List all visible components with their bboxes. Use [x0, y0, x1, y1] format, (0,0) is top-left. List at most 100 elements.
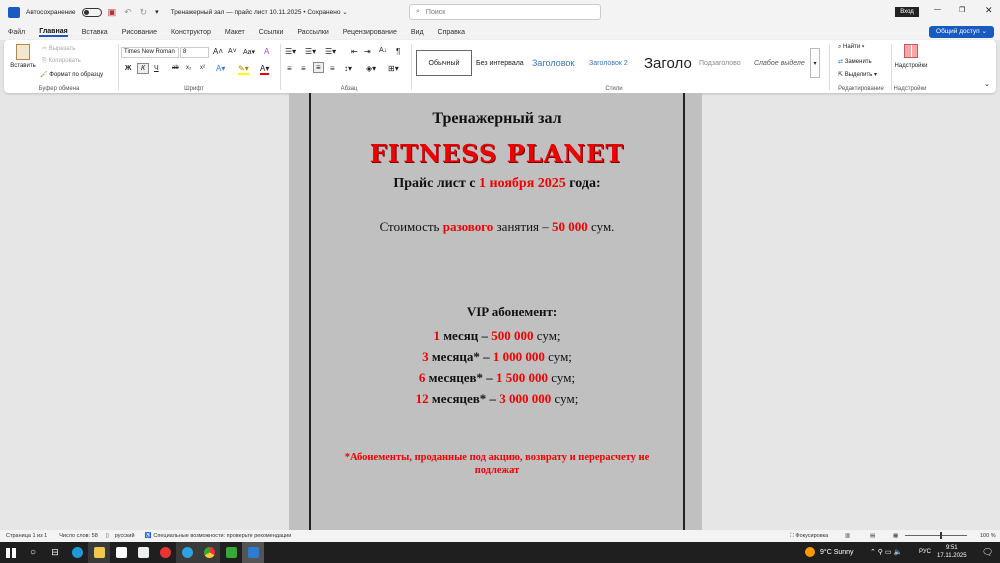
bold-button[interactable]: Ж [125, 65, 131, 72]
addins-button[interactable]: Надстройки [894, 44, 928, 69]
tab-references[interactable]: Ссылки [259, 29, 284, 36]
tab-draw[interactable]: Рисование [122, 29, 157, 36]
share-button[interactable]: Общий доступ ⌄ [929, 26, 994, 38]
multilevel-list-icon[interactable]: ☰▾ [325, 47, 336, 56]
vip-row: 6 месяцев* – 1 500 000 сум; [418, 370, 576, 385]
decrease-indent-icon[interactable]: ⇤ [351, 47, 358, 56]
style-heading-1[interactable]: Заголовок [532, 50, 586, 76]
save-icon[interactable]: ▣ [108, 7, 117, 18]
highlight-icon[interactable]: ✎▾ [238, 64, 249, 75]
style-no-spacing[interactable]: Без интервала [476, 50, 530, 76]
font-size-select[interactable]: 8 [180, 47, 209, 58]
chrome-icon[interactable] [198, 542, 220, 563]
notifications-icon[interactable]: 🗨 [982, 547, 993, 558]
show-marks-icon[interactable]: ¶ [396, 47, 400, 56]
task-view-button[interactable]: ⊟ [44, 542, 66, 563]
language[interactable]: русский [115, 533, 135, 539]
shrink-font-icon[interactable]: A˅ [228, 48, 237, 55]
shading-icon[interactable]: ◈▾ [366, 64, 376, 73]
minimize-icon[interactable]: — [934, 6, 941, 13]
telegram-icon[interactable] [176, 542, 198, 563]
tab-home[interactable]: Главная [39, 28, 68, 37]
tab-file[interactable]: Файл [8, 29, 25, 36]
numbering-icon[interactable]: ☰▾ [305, 47, 316, 56]
align-center-icon[interactable]: ≡ [301, 64, 306, 73]
justify-icon[interactable]: ≡ [330, 64, 335, 73]
font-color-icon[interactable]: A▾ [260, 64, 270, 75]
search-input[interactable]: ⌕ Поиск [409, 4, 601, 20]
style-normal[interactable]: Обычный [416, 50, 472, 76]
text-effects-icon[interactable]: A▾ [216, 64, 225, 73]
grow-font-icon[interactable]: A˄ [213, 47, 223, 56]
tab-insert[interactable]: Вставка [82, 29, 108, 36]
weather-widget[interactable]: 9°C Sunny [805, 547, 854, 557]
style-subtitle[interactable]: Подзаголово [699, 50, 749, 76]
document-title[interactable]: Тренажерный зал — прайс лист 10.11.2025 … [171, 8, 348, 16]
autosave-toggle[interactable] [81, 7, 102, 17]
tab-help[interactable]: Справка [438, 29, 465, 36]
customize-icon[interactable]: ▾ [155, 8, 159, 16]
focus-button[interactable]: ⛶ Фокусировка [790, 533, 828, 540]
tab-design[interactable]: Конструктор [171, 29, 211, 36]
app-green-icon[interactable] [220, 542, 242, 563]
web-layout-icon[interactable]: ▦ [893, 533, 898, 539]
sort-icon[interactable]: A↓ [379, 47, 387, 54]
style-title[interactable]: Заголо [644, 50, 696, 76]
style-subtle-emphasis[interactable]: Слабое выделе [754, 50, 807, 76]
style-heading-2[interactable]: Заголовок 2 [589, 50, 641, 76]
tray-icons[interactable]: ⌃ ⚲ ▭ 🔈 [870, 548, 902, 556]
start-button[interactable] [0, 542, 22, 563]
select-button[interactable]: ⇱ Выделить ▾ [838, 71, 877, 78]
proofing-icon[interactable]: ▯ [106, 533, 109, 539]
underline-button[interactable]: Ч [154, 65, 159, 72]
restore-icon[interactable]: ❐ [959, 6, 965, 14]
search-button[interactable]: ○ [22, 542, 44, 563]
store-icon[interactable] [110, 542, 132, 563]
collapse-ribbon-icon[interactable]: ⌄ [984, 80, 990, 88]
align-left-icon[interactable]: ≡ [287, 64, 292, 73]
font-name-select[interactable]: Times New Roman [121, 47, 179, 58]
mail-icon[interactable] [132, 542, 154, 563]
tab-mailings[interactable]: Рассылки [297, 29, 328, 36]
zoom-slider[interactable] [905, 532, 967, 539]
accessibility-status[interactable]: Специальные возможности: проверьте реком… [153, 533, 291, 539]
word-count[interactable]: Число слов: 58 [59, 533, 98, 539]
input-language[interactable]: РУС [919, 549, 931, 555]
word-taskbar-icon[interactable] [242, 542, 264, 563]
change-case-icon[interactable]: Aa▾ [243, 48, 255, 56]
superscript-button[interactable]: x² [200, 65, 205, 71]
cut-button[interactable]: ✂ Вырезать [42, 45, 75, 52]
align-right-icon[interactable]: ≡ [313, 62, 324, 73]
borders-icon[interactable]: ⊞▾ [388, 64, 399, 73]
styles-more-icon[interactable]: ▾ [810, 48, 820, 78]
line-spacing-icon[interactable]: ↕▾ [344, 64, 352, 73]
subscript-button[interactable]: x₂ [186, 65, 191, 71]
tab-view[interactable]: Вид [411, 29, 424, 36]
signin-button[interactable]: Вход [895, 7, 919, 17]
clock[interactable]: 9:51 17.11.2025 [937, 544, 967, 560]
zoom-level[interactable]: 100 % [980, 533, 996, 539]
page-count[interactable]: Страница 1 из 1 [6, 533, 47, 539]
tab-review[interactable]: Рецензирование [343, 29, 397, 36]
word-logo-icon [8, 6, 20, 18]
strikethrough-button[interactable]: ab [172, 65, 179, 71]
file-explorer-icon[interactable] [88, 542, 110, 563]
read-mode-icon[interactable]: ▥ [845, 533, 850, 539]
replace-button[interactable]: ⇄ Заменить [838, 58, 872, 65]
increase-indent-icon[interactable]: ⇥ [364, 47, 371, 56]
print-layout-icon[interactable]: ▤ [870, 533, 875, 539]
copy-button[interactable]: ⎘ Копировать [42, 58, 81, 65]
close-icon[interactable]: ✕ [985, 5, 993, 16]
paste-button[interactable]: Вставить [10, 44, 36, 69]
undo-icon[interactable]: ↶ [124, 7, 132, 18]
format-painter-button[interactable]: 🖌 Формат по образцу [40, 71, 103, 78]
edge-icon[interactable] [66, 542, 88, 563]
redo-icon[interactable]: ↻ [140, 7, 148, 18]
bullets-icon[interactable]: ☰▾ [285, 47, 296, 56]
tab-layout[interactable]: Макет [225, 29, 245, 36]
find-button[interactable]: ⌕ Найти ▾ [838, 44, 864, 51]
clear-format-icon[interactable]: A [264, 47, 269, 56]
document-page[interactable]: Тренажерный зал FITNESS PLANET Прайс лис… [289, 93, 702, 530]
yandex-icon[interactable] [154, 542, 176, 563]
italic-button[interactable]: К [137, 63, 150, 74]
